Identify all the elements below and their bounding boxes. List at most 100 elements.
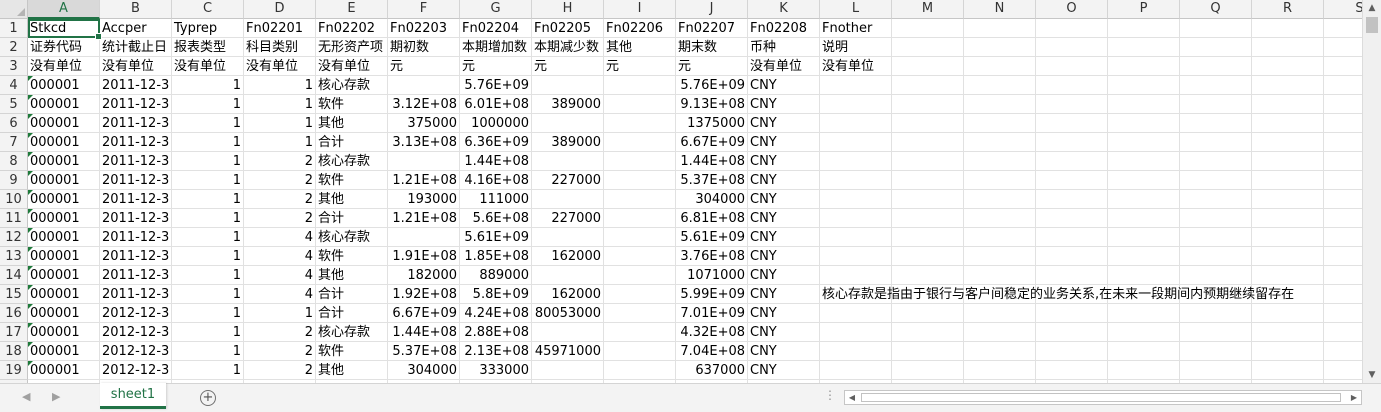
column-header-f[interactable]: F	[388, 0, 460, 19]
cell-e16[interactable]: 合计	[316, 304, 388, 323]
cell-j5[interactable]: 9.13E+08	[676, 95, 748, 114]
cell-o19[interactable]	[1036, 361, 1108, 380]
cell-i4[interactable]	[604, 76, 676, 95]
cell-r5[interactable]	[1252, 95, 1324, 114]
cell-p17[interactable]	[1108, 323, 1180, 342]
column-header-b[interactable]: B	[100, 0, 172, 19]
column-header-p[interactable]: P	[1108, 0, 1180, 19]
cell-m10[interactable]	[892, 190, 964, 209]
cell-j11[interactable]: 6.81E+08	[676, 209, 748, 228]
cell-a19[interactable]: 000001	[28, 361, 100, 380]
cell-r11[interactable]	[1252, 209, 1324, 228]
row-header-4[interactable]: 4	[0, 76, 28, 95]
cell-a8[interactable]: 000001	[28, 152, 100, 171]
cell-h15[interactable]: 162000	[532, 285, 604, 304]
cell-p6[interactable]	[1108, 114, 1180, 133]
cell-s19[interactable]	[1324, 361, 1362, 380]
cell-h14[interactable]	[532, 266, 604, 285]
cell-l4[interactable]	[820, 76, 892, 95]
cell-f16[interactable]: 6.67E+09	[388, 304, 460, 323]
cell-i5[interactable]	[604, 95, 676, 114]
cell-s15[interactable]	[1324, 285, 1362, 304]
add-sheet-icon[interactable]: +	[200, 390, 216, 406]
cell-h6[interactable]	[532, 114, 604, 133]
cell-e10[interactable]: 其他	[316, 190, 388, 209]
cell-r7[interactable]	[1252, 133, 1324, 152]
cell-e7[interactable]: 合计	[316, 133, 388, 152]
row-header-13[interactable]: 13	[0, 247, 28, 266]
row-header-17[interactable]: 17	[0, 323, 28, 342]
cell-g19[interactable]: 333000	[460, 361, 532, 380]
cell-i15[interactable]	[604, 285, 676, 304]
cell-d9[interactable]: 2	[244, 171, 316, 190]
cell-k10[interactable]: CNY	[748, 190, 820, 209]
column-header-j[interactable]: J	[676, 0, 748, 19]
cell-r4[interactable]	[1252, 76, 1324, 95]
cell-b8[interactable]: 2011-12-3	[100, 152, 172, 171]
cell-d1[interactable]: Fn02201	[244, 19, 316, 38]
cell-e17[interactable]: 核心存款	[316, 323, 388, 342]
cell-j17[interactable]: 4.32E+08	[676, 323, 748, 342]
cell-a6[interactable]: 000001	[28, 114, 100, 133]
cell-q7[interactable]	[1180, 133, 1252, 152]
cell-i1[interactable]: Fn02206	[604, 19, 676, 38]
cell-o9[interactable]	[1036, 171, 1108, 190]
cell-h4[interactable]	[532, 76, 604, 95]
cell-f9[interactable]: 1.21E+08	[388, 171, 460, 190]
cell-k4[interactable]: CNY	[748, 76, 820, 95]
cell-n10[interactable]	[964, 190, 1036, 209]
cell-q4[interactable]	[1180, 76, 1252, 95]
cell-c13[interactable]: 1	[172, 247, 244, 266]
cell-m18[interactable]	[892, 342, 964, 361]
cell-i3[interactable]: 元	[604, 57, 676, 76]
cell-b3[interactable]: 没有单位	[100, 57, 172, 76]
cell-c1[interactable]: Typrep	[172, 19, 244, 38]
cell-g7[interactable]: 6.36E+09	[460, 133, 532, 152]
cell-p3[interactable]	[1108, 57, 1180, 76]
cell-k7[interactable]: CNY	[748, 133, 820, 152]
cell-m9[interactable]	[892, 171, 964, 190]
cell-o18[interactable]	[1036, 342, 1108, 361]
cell-n11[interactable]	[964, 209, 1036, 228]
cell-d5[interactable]: 1	[244, 95, 316, 114]
cell-a17[interactable]: 000001	[28, 323, 100, 342]
cell-c7[interactable]: 1	[172, 133, 244, 152]
cell-c11[interactable]: 1	[172, 209, 244, 228]
cell-r13[interactable]	[1252, 247, 1324, 266]
cell-k17[interactable]: CNY	[748, 323, 820, 342]
cell-s7[interactable]	[1324, 133, 1362, 152]
cell-h12[interactable]	[532, 228, 604, 247]
row-header-16[interactable]: 16	[0, 304, 28, 323]
cell-s2[interactable]	[1324, 38, 1362, 57]
cell-a9[interactable]: 000001	[28, 171, 100, 190]
cell-o7[interactable]	[1036, 133, 1108, 152]
tab-nav-next-icon[interactable]: ▶	[52, 390, 60, 403]
column-header-a[interactable]: A	[28, 0, 100, 19]
cell-k8[interactable]: CNY	[748, 152, 820, 171]
select-all-corner[interactable]	[0, 0, 28, 19]
cell-r1[interactable]	[1252, 19, 1324, 38]
cell-n4[interactable]	[964, 76, 1036, 95]
cell-d12[interactable]: 4	[244, 228, 316, 247]
cell-a1[interactable]: Stkcd	[28, 19, 100, 38]
cell-c9[interactable]: 1	[172, 171, 244, 190]
cell-s4[interactable]	[1324, 76, 1362, 95]
cell-n1[interactable]	[964, 19, 1036, 38]
cell-s1[interactable]	[1324, 19, 1362, 38]
cell-l5[interactable]	[820, 95, 892, 114]
cell-l12[interactable]	[820, 228, 892, 247]
cell-o8[interactable]	[1036, 152, 1108, 171]
scroll-left-arrow-icon[interactable]: ◀	[845, 391, 859, 404]
cell-j9[interactable]: 5.37E+08	[676, 171, 748, 190]
column-header-c[interactable]: C	[172, 0, 244, 19]
cell-l1[interactable]: Fnother	[820, 19, 892, 38]
cell-q3[interactable]	[1180, 57, 1252, 76]
cell-a7[interactable]: 000001	[28, 133, 100, 152]
cell-o16[interactable]	[1036, 304, 1108, 323]
cell-j7[interactable]: 6.67E+09	[676, 133, 748, 152]
cell-q9[interactable]	[1180, 171, 1252, 190]
cell-a16[interactable]: 000001	[28, 304, 100, 323]
cell-g18[interactable]: 2.13E+08	[460, 342, 532, 361]
cell-a13[interactable]: 000001	[28, 247, 100, 266]
cell-f17[interactable]: 1.44E+08	[388, 323, 460, 342]
